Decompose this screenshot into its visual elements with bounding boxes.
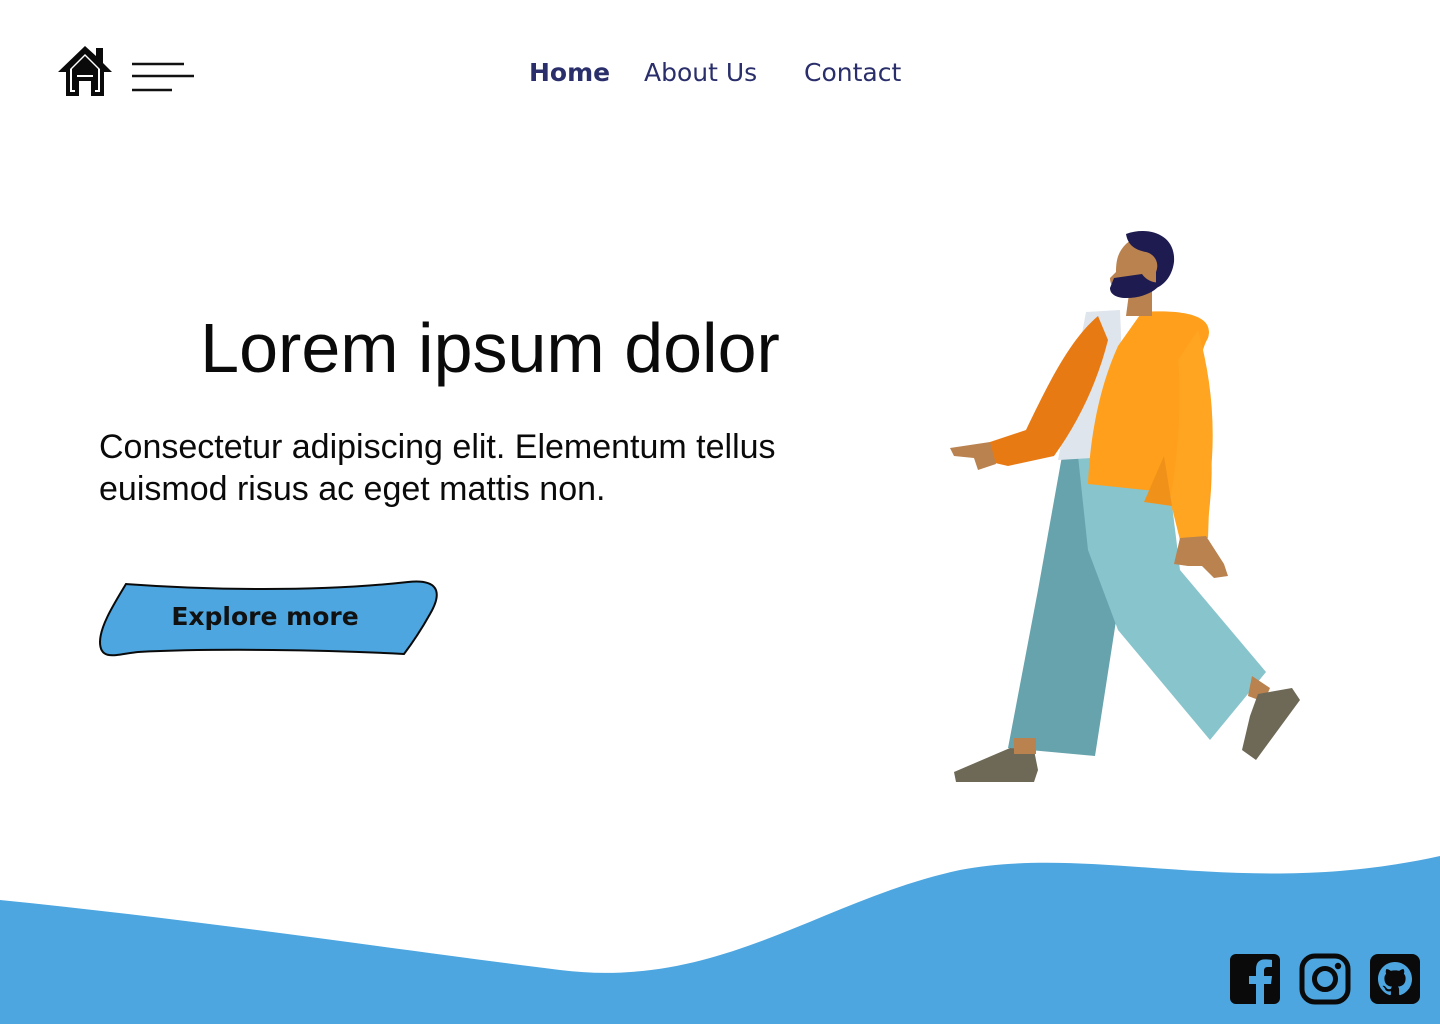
- footer-wave: [0, 856, 1440, 1024]
- nav-home-link[interactable]: Home: [529, 58, 610, 87]
- explore-more-label: Explore more: [171, 602, 359, 631]
- hero-subtitle: Consectetur adipiscing elit. Elementum t…: [99, 428, 776, 508]
- hero-title: Lorem ipsum dolor: [200, 309, 780, 387]
- explore-more-button[interactable]: Explore more: [98, 578, 440, 660]
- nav-about-link[interactable]: About Us: [644, 58, 757, 87]
- nav-contact-link[interactable]: Contact: [804, 58, 901, 87]
- facebook-icon[interactable]: [1229, 953, 1281, 1005]
- walking-person-illustration: [950, 231, 1300, 782]
- instagram-icon[interactable]: [1299, 953, 1351, 1005]
- landing-page: Home About Us Contact Lorem ipsum dolor …: [0, 0, 1440, 1024]
- github-icon[interactable]: [1369, 953, 1421, 1005]
- main-nav: Home About Us Contact: [0, 58, 1440, 94]
